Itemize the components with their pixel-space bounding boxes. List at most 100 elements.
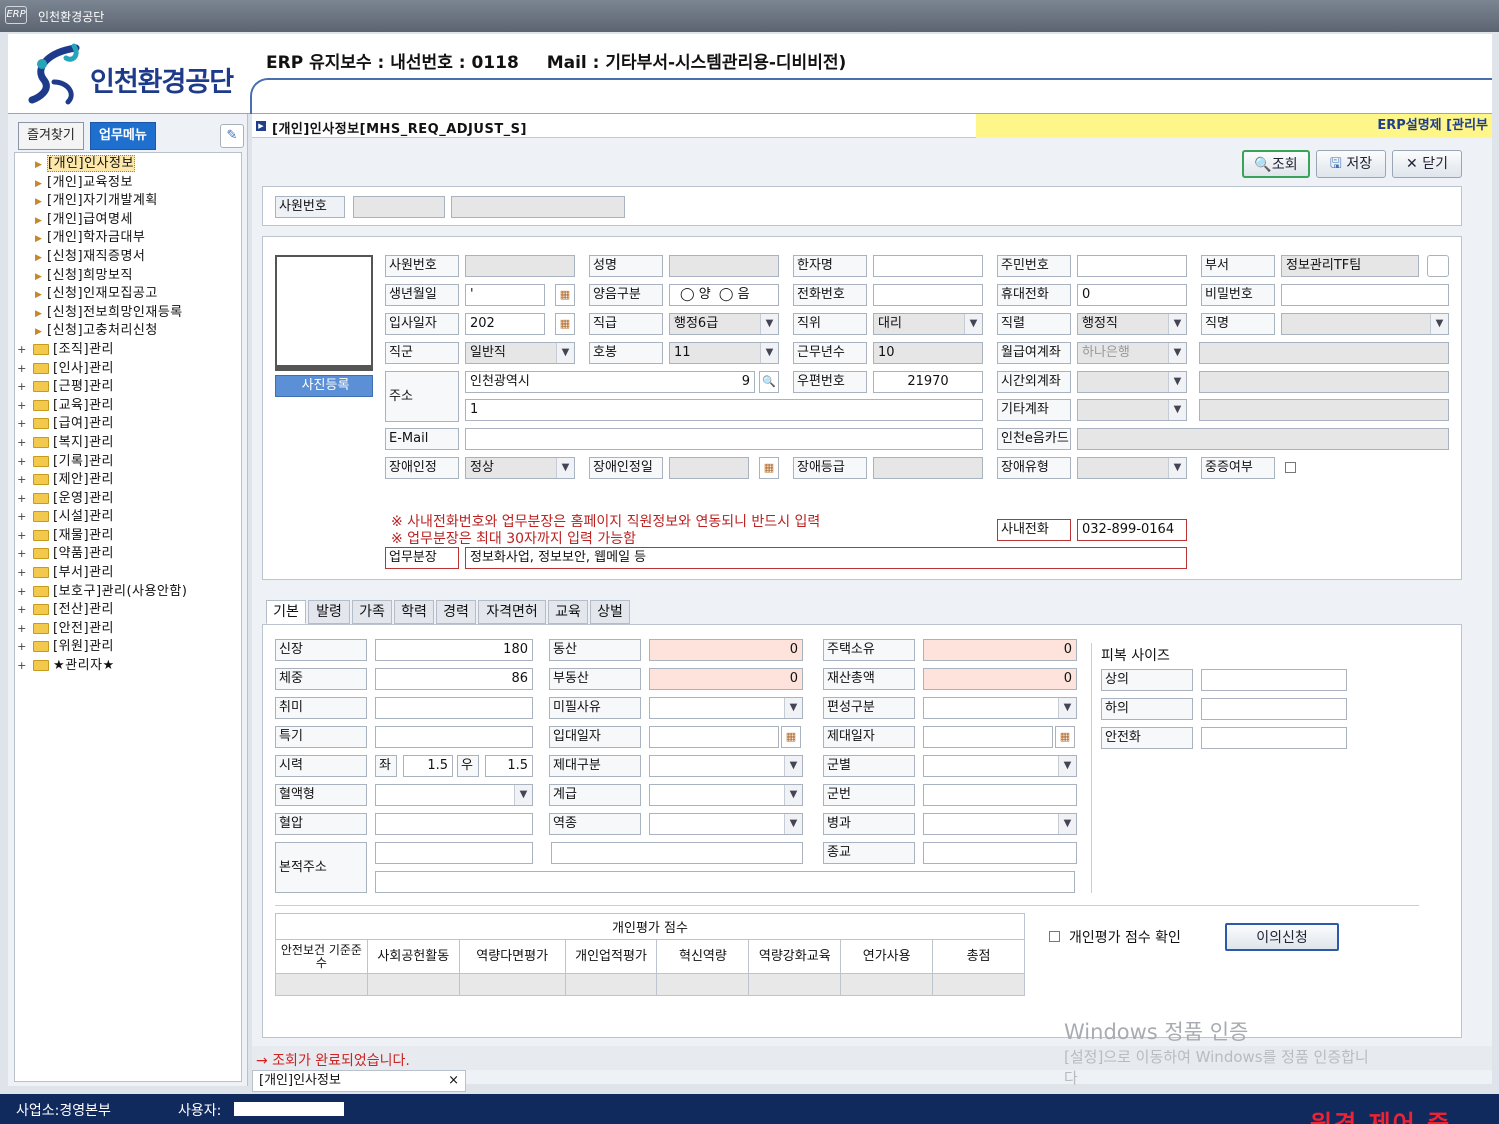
religion-field[interactable] [923,842,1077,864]
menu-item[interactable]: ▶ [개인]학자금대부 [15,229,241,248]
chevron-down-icon[interactable]: ▼ [1058,814,1076,834]
expand-icon[interactable]: + [15,564,29,583]
mil-rank-select[interactable]: ▼ [649,784,803,806]
enlist-calendar-icon[interactable]: ▦ [781,726,801,748]
chevron-down-icon[interactable]: ▼ [556,458,574,478]
eval-confirm-checkbox[interactable] [1049,931,1060,942]
tab-basic[interactable]: 기본 [266,600,306,624]
close-button[interactable]: ✕ 닫기 [1392,150,1462,178]
radio-lunar[interactable]: ◯ [719,287,738,302]
menu-item[interactable]: ▶ [신청]고충처리신청 [15,322,241,341]
chevron-down-icon[interactable]: ▼ [760,314,778,334]
expand-icon[interactable]: + [15,378,29,397]
save-button[interactable]: 🖫 저장 [1316,150,1386,178]
menu-folder[interactable]: + [시설]관리 [15,508,241,527]
tab-work-menu[interactable]: 업무메뉴 [90,122,156,150]
chevron-down-icon[interactable]: ▼ [784,814,802,834]
tab-detail-4[interactable]: 경력 [436,600,476,624]
origin-address-2[interactable] [551,842,803,864]
chevron-down-icon[interactable]: ▼ [784,756,802,776]
ecard-field[interactable] [1077,428,1449,450]
expand-icon[interactable]: + [15,434,29,453]
job-group-select[interactable]: 일반직 ▼ [465,342,575,364]
chevron-down-icon[interactable]: ▼ [556,343,574,363]
menu-folder[interactable]: + [보호구]관리(사용안함) [15,583,241,602]
menu-folder[interactable]: + [운영]관리 [15,490,241,509]
menu-folder[interactable]: + [전산]관리 [15,601,241,620]
chevron-down-icon[interactable]: ▼ [1168,458,1186,478]
shoes-field[interactable] [1201,727,1347,749]
salary-account-field[interactable] [1199,342,1449,364]
menu-folder[interactable]: + [교육]관리 [15,397,241,416]
rrn-field[interactable] [1077,255,1187,277]
chevron-down-icon[interactable]: ▼ [784,698,802,718]
other-bank-select[interactable]: ▼ [1077,399,1187,421]
chevron-down-icon[interactable]: ▼ [760,343,778,363]
expand-icon[interactable]: + [15,453,29,472]
salary-bank-select[interactable]: 하나은행 ▼ [1077,342,1187,364]
tab-close-icon[interactable]: × [448,1071,459,1091]
ot-bank-select[interactable]: ▼ [1077,371,1187,393]
inner-phone-field[interactable]: 032-899-0164 [1077,519,1187,541]
disability-grade-field[interactable] [873,457,983,479]
bottom-field[interactable] [1201,698,1347,720]
chevron-down-icon[interactable]: ▼ [1168,372,1186,392]
mobile-field[interactable]: 0 [1077,284,1187,306]
disability-date-field[interactable] [669,457,749,479]
dept-lookup-button[interactable] [1427,255,1449,277]
enlist-field[interactable] [649,726,779,748]
menu-item[interactable]: ▶ [신청]재직증명서 [15,248,241,267]
exempt-select[interactable]: ▼ [649,697,803,719]
special-field[interactable] [375,726,533,748]
branch-select[interactable]: ▼ [649,813,803,835]
chevron-down-icon[interactable]: ▼ [1168,400,1186,420]
vision-left-field[interactable]: 1.5 [403,755,453,777]
expand-icon[interactable]: + [15,545,29,564]
height-field[interactable]: 180 [375,639,533,661]
position-select[interactable]: 대리 ▼ [873,313,983,335]
disability-calendar-icon[interactable]: ▦ [759,457,779,479]
join-calendar-icon[interactable]: ▦ [555,313,575,335]
chevron-down-icon[interactable]: ▼ [1058,698,1076,718]
expand-icon[interactable]: + [15,415,29,434]
zip-field[interactable]: 21970 [873,371,983,393]
chevron-down-icon[interactable]: ▼ [784,785,802,805]
chevron-down-icon[interactable]: ▼ [1058,756,1076,776]
mil-no-field[interactable] [923,784,1077,806]
calendar-type-radio[interactable]: ◯ 양 ◯ 음 [669,284,779,306]
dept-field[interactable]: 정보관리TF팀 [1281,255,1419,277]
email-field[interactable] [465,428,983,450]
severe-checkbox[interactable] [1285,462,1296,473]
search-emp-no[interactable] [353,196,445,218]
vision-right-field[interactable]: 1.5 [485,755,533,777]
tab-detail-6[interactable]: 교육 [548,600,588,624]
menu-item[interactable]: ▶ [신청]희망보직 [15,267,241,286]
chevron-down-icon[interactable]: ▼ [1168,343,1186,363]
birth-calendar-icon[interactable]: ▦ [555,284,575,306]
menu-folder[interactable]: + [근평]관리 [15,378,241,397]
title-select[interactable]: ▼ [1281,313,1449,335]
radio-solar[interactable]: ◯ [680,287,699,302]
photo-register-button[interactable]: 사진등록 [275,375,373,397]
discharge-type-select[interactable]: ▼ [649,755,803,777]
menu-item[interactable]: ▶ [신청]인재모집공고 [15,285,241,304]
origin-address-1[interactable] [375,842,533,864]
expand-icon[interactable]: + [15,508,29,527]
pin-icon[interactable]: ✎ [220,124,244,148]
join-date-field[interactable]: 202 [465,313,545,335]
years-field[interactable]: 10 [873,342,983,364]
blood-select[interactable]: ▼ [375,784,533,806]
open-window-tab[interactable]: [개인]인사정보 × [252,1070,466,1092]
address-search-icon[interactable]: 🔍 [759,371,779,393]
expand-icon[interactable]: + [15,397,29,416]
expand-icon[interactable]: + [15,601,29,620]
chevron-down-icon[interactable]: ▼ [1168,314,1186,334]
tab-detail-3[interactable]: 학력 [394,600,434,624]
chevron-down-icon[interactable]: ▼ [1430,314,1448,334]
discharge-date-field[interactable] [923,726,1053,748]
duty-field[interactable]: 정보화사업, 정보보안, 웹메일 등 [465,547,1187,569]
emp-no-field[interactable] [465,255,575,277]
menu-item[interactable]: ▶ [신청]전보희망인재등록 [15,304,241,323]
expand-icon[interactable]: + [15,638,29,657]
ot-account-field[interactable] [1199,371,1449,393]
